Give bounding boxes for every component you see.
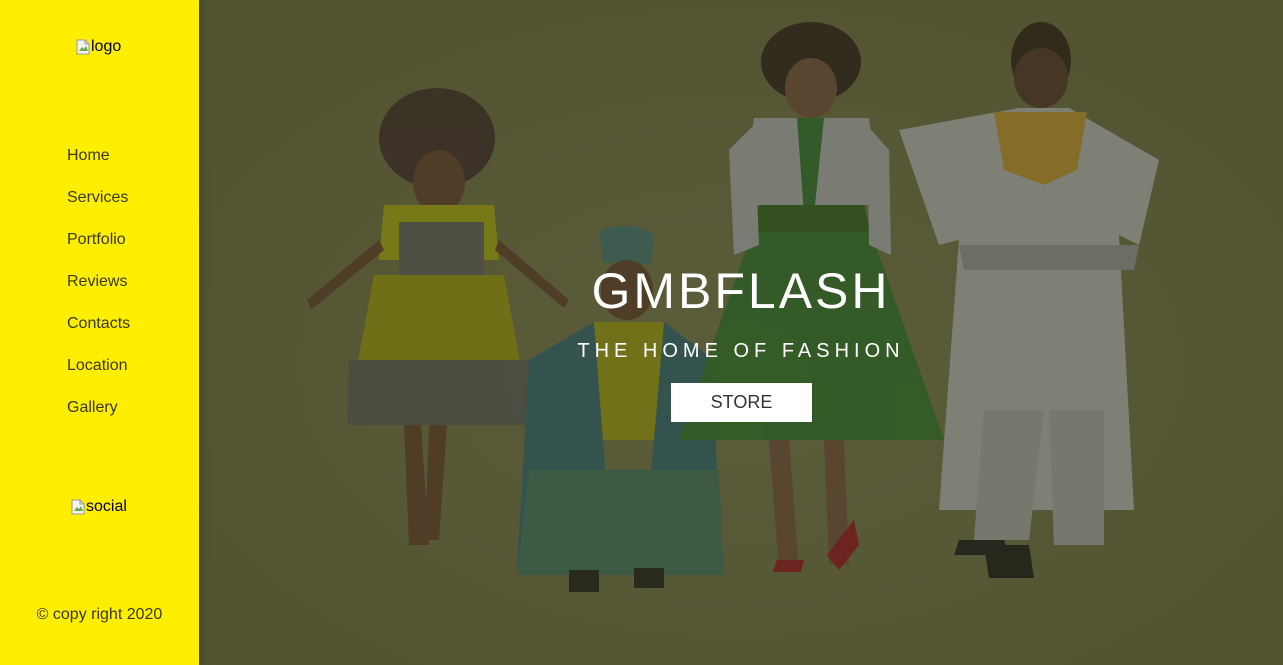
hero-content: GMBFLASH THE HOME OF FASHION STORE [199, 0, 1283, 665]
social-alt-text: social [86, 498, 127, 515]
sidebar: logo Home Services Portfolio Reviews Con… [0, 0, 199, 665]
logo[interactable]: logo [76, 38, 121, 56]
nav-item-home[interactable]: Home [67, 145, 130, 187]
logo-alt-text: logo [91, 38, 122, 55]
page: logo Home Services Portfolio Reviews Con… [0, 0, 1283, 665]
hero-title: GMBFLASH [591, 263, 891, 319]
nav-item-services[interactable]: Services [67, 187, 130, 229]
copyright-text: © copy right 2020 [36, 606, 163, 623]
broken-image-icon [76, 39, 90, 55]
hero-subtitle: THE HOME OF FASHION [577, 340, 905, 362]
social-links[interactable]: social [71, 498, 127, 516]
broken-image-icon [71, 499, 85, 515]
nav-item-portfolio[interactable]: Portfolio [67, 229, 130, 271]
sidebar-nav: Home Services Portfolio Reviews Contacts… [67, 145, 130, 439]
nav-item-reviews[interactable]: Reviews [67, 271, 130, 313]
nav-item-location[interactable]: Location [67, 355, 130, 397]
nav-item-gallery[interactable]: Gallery [67, 397, 130, 439]
store-button[interactable]: STORE [671, 383, 812, 422]
nav-item-contacts[interactable]: Contacts [67, 313, 130, 355]
